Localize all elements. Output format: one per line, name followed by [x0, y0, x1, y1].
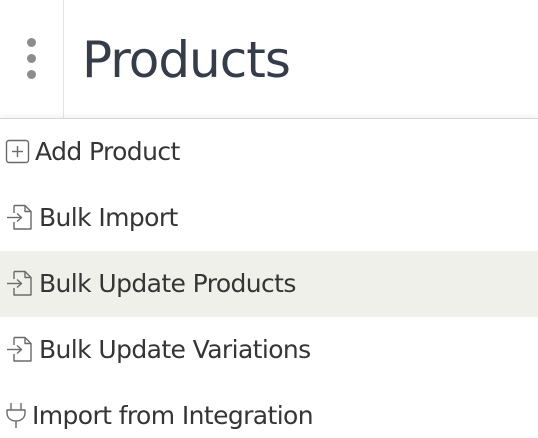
menu-item-label: Bulk Import	[39, 203, 178, 232]
menu-item-bulk-update-products[interactable]: Bulk Update Products	[0, 251, 538, 317]
file-import-icon	[7, 204, 32, 230]
menu-item-bulk-import[interactable]: Bulk Import	[0, 185, 538, 251]
menu-item-label: Bulk Update Variations	[39, 335, 311, 364]
plus-square-icon	[5, 139, 30, 164]
menu-item-bulk-update-variations[interactable]: Bulk Update Variations	[0, 317, 538, 383]
plug-icon	[6, 403, 26, 428]
file-import-icon	[7, 336, 32, 362]
file-import-icon	[7, 270, 32, 296]
kebab-dot-icon	[27, 70, 36, 79]
more-options-button[interactable]	[0, 0, 64, 118]
menu-item-label: Add Product	[35, 137, 180, 166]
menu-item-add-product[interactable]: Add Product	[0, 119, 538, 185]
actions-dropdown-menu: Add Product Bulk Import Bulk Update Prod…	[0, 118, 538, 438]
kebab-dot-icon	[27, 54, 36, 63]
page-header: Products	[0, 0, 538, 118]
kebab-dot-icon	[27, 38, 36, 47]
menu-item-label: Bulk Update Products	[39, 269, 296, 298]
page: Products Add Product Bulk Import Bulk Up…	[0, 0, 538, 438]
page-title: Products	[82, 31, 291, 89]
menu-item-import-from-integration[interactable]: Import from Integration	[0, 383, 538, 438]
menu-item-label: Import from Integration	[32, 401, 314, 430]
